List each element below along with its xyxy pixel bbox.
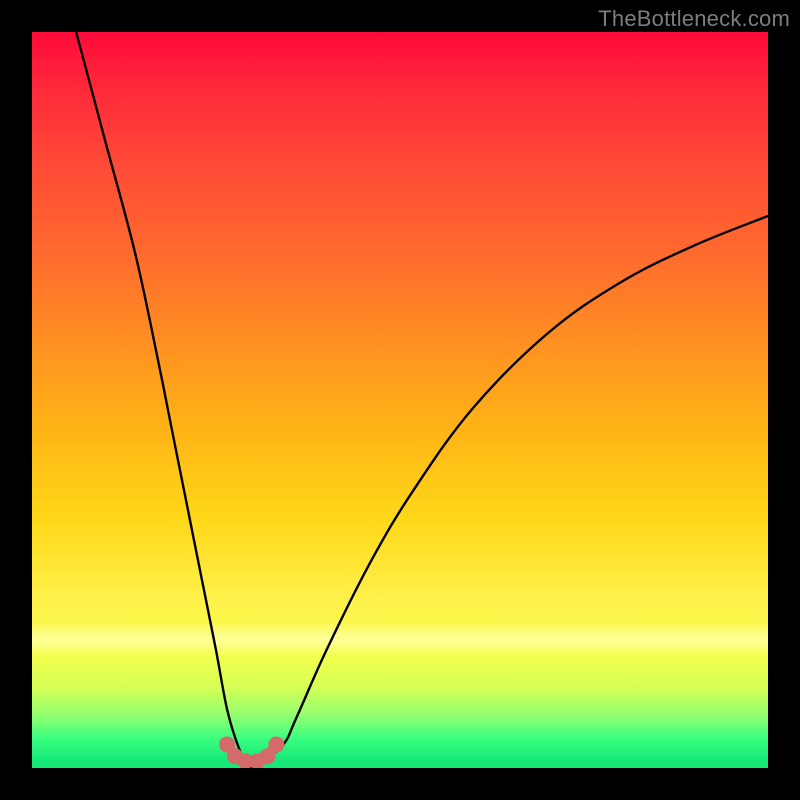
curve-layer: [32, 32, 768, 768]
chart-stage: TheBottleneck.com: [0, 0, 800, 800]
plot-area: [32, 32, 768, 768]
bottom-marker-dots: [219, 736, 284, 768]
watermark-text: TheBottleneck.com: [598, 6, 790, 32]
marker-dot: [268, 736, 284, 752]
bottleneck-curve: [76, 32, 768, 767]
